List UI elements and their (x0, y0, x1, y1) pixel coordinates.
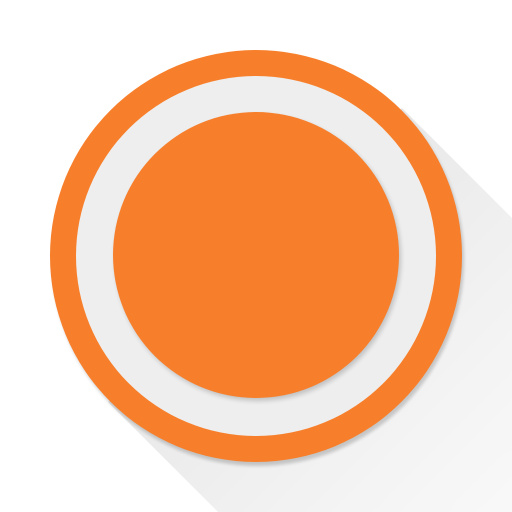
record-icon (50, 50, 512, 512)
center-disc (113, 112, 399, 398)
app-icon-canvas (0, 0, 512, 512)
